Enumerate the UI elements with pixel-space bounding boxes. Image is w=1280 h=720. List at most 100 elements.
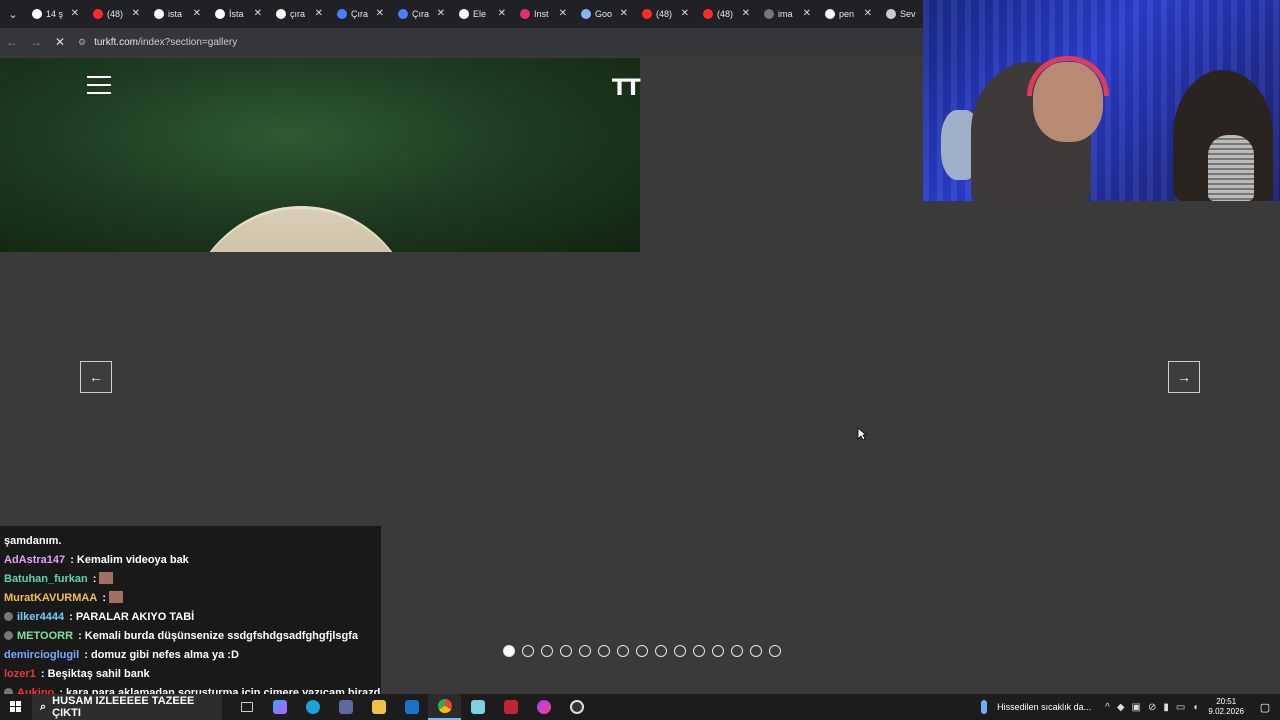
tab-label: 14 ş [46, 9, 64, 19]
tab-close-icon[interactable]: ✕ [620, 8, 628, 19]
volume-icon[interactable]: ◖ [1192, 702, 1198, 713]
tab-close-icon[interactable]: ✕ [742, 8, 750, 19]
browser-tab[interactable]: ima ✕ [758, 0, 819, 28]
microphone-icon[interactable]: ▮ [1163, 702, 1169, 713]
taskbar-search[interactable]: ⌕ HUSAM IZLEEEEE TAZEEE ÇIKTI [32, 694, 222, 720]
tab-favicon-icon [581, 9, 591, 19]
browser-tab[interactable]: pen ✕ [819, 0, 880, 28]
back-button[interactable]: ← [0, 28, 24, 56]
chat-line: METOORR : Kemali burda düşünsenize ssdgf… [0, 627, 381, 646]
chat-badge-icon [4, 612, 13, 621]
browser-tab[interactable]: İsta ✕ [209, 0, 270, 28]
slide-dot[interactable] [750, 645, 762, 657]
slide-dot[interactable] [522, 645, 534, 657]
taskbar: ⌕ HUSAM IZLEEEEE TAZEEE ÇIKTI Hissedilen… [0, 694, 1280, 720]
slide-dot[interactable] [636, 645, 648, 657]
browser-tab[interactable]: (48) ✕ [636, 0, 697, 28]
forward-button[interactable]: → [24, 28, 48, 56]
tab-close-icon[interactable]: ✕ [803, 8, 811, 19]
slide-dot[interactable] [541, 645, 553, 657]
tab-close-icon[interactable]: ✕ [315, 8, 323, 19]
notification-icon[interactable]: ▢ [1254, 701, 1276, 714]
weather-widget[interactable]: Hissedilen sıcaklık da... [981, 700, 1091, 714]
mouse-cursor-icon [857, 427, 867, 441]
tab-close-icon[interactable]: ✕ [71, 8, 79, 19]
thermometer-icon [981, 700, 988, 714]
slide-dot[interactable] [712, 645, 724, 657]
browser-tab[interactable]: çıra ✕ [270, 0, 331, 28]
vpn-icon[interactable]: ▣ [1132, 702, 1141, 713]
start-button[interactable] [0, 694, 32, 720]
menu-icon[interactable] [87, 76, 111, 94]
chevron-up-icon[interactable]: ^ [1105, 702, 1110, 713]
browser-tab[interactable]: (48) ✕ [87, 0, 148, 28]
slide-dot[interactable] [769, 645, 781, 657]
windows-icon [10, 701, 21, 712]
steam-icon[interactable]: ◆ [1117, 702, 1125, 713]
tab-favicon-icon [703, 9, 713, 19]
edge-icon[interactable] [296, 694, 329, 720]
slide-dot[interactable] [598, 645, 610, 657]
slide-dot[interactable] [674, 645, 686, 657]
browser-tab[interactable]: Ele ✕ [453, 0, 514, 28]
browser-tab[interactable]: ista ✕ [148, 0, 209, 28]
tab-label: pen [839, 9, 855, 19]
previous-slide-button[interactable]: ← [80, 361, 112, 393]
messenger-icon[interactable] [527, 694, 560, 720]
browser-tab[interactable]: Inst ✕ [514, 0, 575, 28]
chat-username: demircioglugil [4, 649, 80, 661]
tab-label: Inst [534, 9, 549, 19]
voicemeeter-icon[interactable] [494, 694, 527, 720]
plate-image [185, 206, 417, 252]
browser-tab[interactable]: (48) ✕ [697, 0, 758, 28]
site-info-icon[interactable]: ⚙ [78, 37, 86, 48]
chat-message-text: : [99, 592, 107, 604]
wifi-off-icon[interactable]: ⊘ [1148, 702, 1156, 713]
store-icon[interactable] [329, 694, 362, 720]
notes-icon[interactable] [461, 694, 494, 720]
tab-close-icon[interactable]: ✕ [498, 8, 506, 19]
tab-label: Goo [595, 9, 613, 19]
arrow-left-icon: ← [89, 369, 103, 385]
tab-search-button[interactable]: ⌄ [0, 0, 26, 28]
chat-username: ilker4444 [17, 611, 65, 623]
slide-dot[interactable] [503, 645, 515, 657]
slide-dot[interactable] [693, 645, 705, 657]
tab-close-icon[interactable]: ✕ [864, 8, 872, 19]
browser-tab[interactable]: Çıra ✕ [331, 0, 392, 28]
url-field[interactable]: ⚙ turkft.com /index?section=gallery [78, 37, 237, 48]
browser-tab[interactable]: Çıra ✕ [392, 0, 453, 28]
copilot-icon[interactable] [263, 694, 296, 720]
obs-icon[interactable] [560, 694, 593, 720]
slide-dot[interactable] [655, 645, 667, 657]
url-domain: turkft.com [94, 36, 138, 48]
clock[interactable]: 20:51 9.02.2026 [1208, 697, 1244, 717]
stop-loading-button[interactable]: ✕ [48, 28, 72, 56]
chat-line: Aukino : kara para aklamadan soruşturma … [0, 684, 381, 694]
next-slide-button[interactable]: → [1168, 361, 1200, 393]
chat-line: AdAstra147 : Kemalim videoya bak [0, 551, 381, 570]
tab-close-icon[interactable]: ✕ [193, 8, 201, 19]
network-icon[interactable]: ▭ [1176, 702, 1185, 713]
browser-tab[interactable]: Goo ✕ [575, 0, 636, 28]
slide-dot[interactable] [617, 645, 629, 657]
slide-dot[interactable] [560, 645, 572, 657]
tab-close-icon[interactable]: ✕ [132, 8, 140, 19]
outlook-icon[interactable] [395, 694, 428, 720]
slide-dot[interactable] [579, 645, 591, 657]
file-explorer-icon[interactable] [362, 694, 395, 720]
chat-message-text: : [89, 573, 97, 585]
tab-close-icon[interactable]: ✕ [254, 8, 262, 19]
site-logo[interactable]: TT [612, 76, 640, 101]
tab-close-icon[interactable]: ✕ [376, 8, 384, 19]
tab-close-icon[interactable]: ✕ [437, 8, 445, 19]
browser-tab[interactable]: 14 ş ✕ [26, 0, 87, 28]
tab-label: Sev [900, 9, 916, 19]
slide-dot[interactable] [731, 645, 743, 657]
chat-emote-icon [109, 591, 124, 603]
task-view-icon[interactable] [230, 694, 263, 720]
chat-badge-icon [4, 631, 13, 640]
tab-close-icon[interactable]: ✕ [559, 8, 567, 19]
chrome-icon[interactable] [428, 694, 461, 720]
tab-close-icon[interactable]: ✕ [681, 8, 689, 19]
